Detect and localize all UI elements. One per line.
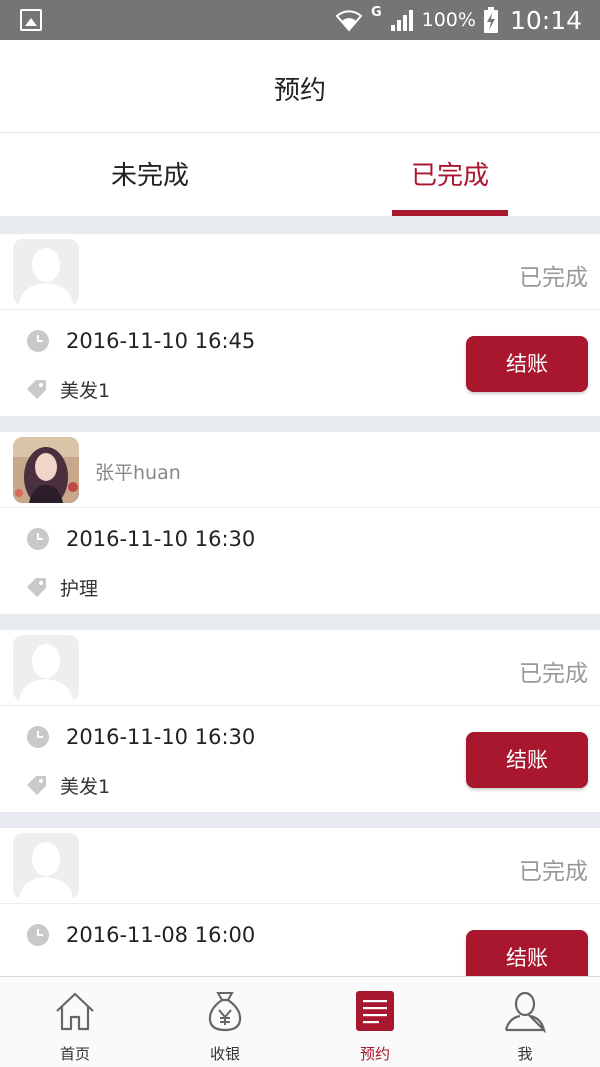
service-row: 美发1 <box>26 376 110 402</box>
checkout-button[interactable]: 结账 <box>466 930 588 976</box>
tab-incomplete[interactable]: 未完成 <box>0 134 300 218</box>
nav-me-label: 我 <box>517 1045 533 1063</box>
nav-cashier-label: 收银 <box>209 1045 240 1063</box>
home-icon <box>56 992 94 1031</box>
appointment-card[interactable]: 已完成 2016-11-10 16:30 美发1 结账 <box>0 630 600 812</box>
time-row: 2016-11-10 16:30 <box>26 524 255 554</box>
user-photo-avatar <box>13 437 79 503</box>
money-bag-icon <box>208 992 242 1032</box>
tag-icon <box>27 380 46 399</box>
network-type-label: G <box>370 4 382 20</box>
person-icon <box>504 991 546 1033</box>
status-label: 已完成 <box>519 265 588 291</box>
cell-signal-icon <box>390 10 413 31</box>
tag-icon <box>27 776 46 795</box>
service-row: 护理 <box>26 574 98 600</box>
nav-home[interactable]: 首页 <box>0 977 150 1067</box>
card-header: 已完成 <box>0 234 600 310</box>
gallery-notification-icon <box>20 9 42 31</box>
tag-icon <box>27 578 46 597</box>
checkout-button[interactable]: 结账 <box>466 732 588 788</box>
user-photo <box>13 437 79 503</box>
default-avatar-icon <box>13 833 79 899</box>
nav-home-label: 首页 <box>59 1045 90 1063</box>
user-name: 张平huan <box>95 462 181 484</box>
tab-completed[interactable]: 已完成 <box>300 134 600 218</box>
clock-icon <box>27 924 49 946</box>
time-row: 2016-11-08 16:00 <box>26 920 255 950</box>
avatar <box>13 635 79 701</box>
status-label: 已完成 <box>519 859 588 885</box>
card-header: 已完成 <box>0 828 600 904</box>
avatar <box>13 833 79 899</box>
nav-appointments[interactable]: 预约 <box>300 977 450 1067</box>
clock-icon <box>27 528 49 550</box>
nav-appointments-label: 预约 <box>359 1045 390 1063</box>
appointment-card[interactable]: 张平huan 2016-11-10 16:30 护理 <box>0 432 600 614</box>
checkout-button[interactable]: 结账 <box>466 336 588 392</box>
status-bar: G 100% 10:14 <box>0 0 600 40</box>
card-header: 张平huan <box>0 432 600 508</box>
service-name: 美发1 <box>60 775 111 798</box>
clock-icon <box>27 726 49 748</box>
time-row: 2016-11-10 16:30 <box>26 722 255 752</box>
service-name: 美发1 <box>60 379 111 402</box>
bottom-nav: 首页 收银 预约 我 <box>0 976 600 1067</box>
card-header: 已完成 <box>0 630 600 706</box>
appointment-time: 2016-11-10 16:30 <box>66 527 256 551</box>
appointment-card[interactable]: 已完成 2016-11-10 16:45 美发1 结账 <box>0 234 600 416</box>
wifi-icon <box>335 10 363 32</box>
time-row: 2016-11-10 16:45 <box>26 326 255 356</box>
avatar <box>13 239 79 305</box>
appointment-time: 2016-11-10 16:30 <box>66 725 256 749</box>
appointment-list[interactable]: 已完成 2016-11-10 16:45 美发1 结账 张平huan 2016-… <box>0 216 600 976</box>
appointment-time: 2016-11-10 16:45 <box>66 329 256 353</box>
tab-bar: 未完成 已完成 <box>0 134 600 218</box>
clock: 10:14 <box>509 5 582 35</box>
appointment-time: 2016-11-08 16:00 <box>66 923 256 947</box>
service-row: 美发1 <box>26 772 110 798</box>
appointment-card[interactable]: 已完成 2016-11-08 16:00 结账 <box>0 828 600 976</box>
default-avatar-icon <box>13 635 79 701</box>
battery-charging-icon <box>483 7 498 33</box>
nav-cashier[interactable]: 收银 <box>150 977 300 1067</box>
page-title: 预约 <box>273 76 326 106</box>
service-name: 护理 <box>60 577 99 600</box>
battery-percent: 100% <box>421 9 476 31</box>
nav-me[interactable]: 我 <box>450 977 600 1067</box>
title-bar: 预约 <box>0 40 600 133</box>
default-avatar-icon <box>13 239 79 305</box>
appointment-list-icon <box>356 991 394 1031</box>
status-label: 已完成 <box>519 661 588 687</box>
clock-icon <box>27 330 49 352</box>
